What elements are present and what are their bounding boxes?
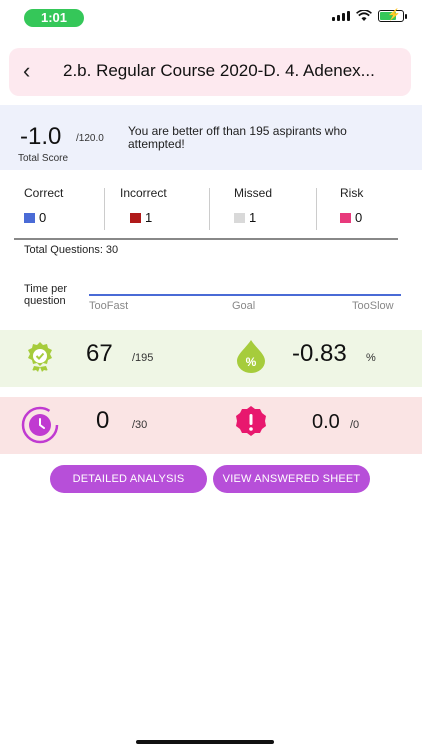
detailed-analysis-button[interactable]: DETAILED ANALYSIS bbox=[50, 465, 207, 493]
score-message: You are better off than 195 aspirants wh… bbox=[128, 124, 347, 151]
stat-missed: Missed 1 bbox=[234, 186, 272, 230]
time-value: 0 bbox=[96, 407, 110, 434]
risk-swatch bbox=[340, 212, 351, 223]
stat-label: Missed bbox=[234, 186, 273, 200]
goal-label: Goal bbox=[232, 300, 256, 312]
time-total: /30 bbox=[132, 419, 148, 431]
score-panel: -1.0 /120.0 You are better off than 195 … bbox=[0, 105, 422, 170]
page-title: 2.b. Regular Course 2020-D. 4. Adenex... bbox=[63, 61, 375, 80]
stat-label: Risk bbox=[340, 186, 364, 200]
too-slow-label: TooSlow bbox=[352, 300, 394, 312]
stat-incorrect: Incorrect 1 bbox=[120, 186, 167, 230]
home-indicator[interactable] bbox=[136, 740, 274, 744]
total-questions: Total Questions: 30 bbox=[24, 244, 119, 256]
stat-risk: Risk 0 bbox=[340, 186, 363, 230]
alert-icon bbox=[236, 406, 266, 436]
correct-swatch bbox=[24, 212, 35, 223]
rank-percentile-panel: 67 /195 % -0.83 % bbox=[0, 330, 422, 387]
header-bar: ‹ 2.b. Regular Course 2020-D. 4. Adenex.… bbox=[9, 48, 411, 96]
view-answered-sheet-button[interactable]: VIEW ANSWERED SHEET bbox=[213, 465, 370, 493]
status-time: 1:01 bbox=[24, 9, 84, 27]
back-icon[interactable]: ‹ bbox=[23, 58, 30, 84]
time-scale-line bbox=[89, 294, 401, 296]
total-score-max: /120.0 bbox=[76, 133, 104, 144]
wifi-icon bbox=[356, 10, 372, 21]
rank-total: /195 bbox=[132, 352, 154, 364]
time-per-question: Time per question TooFast Goal TooSlow bbox=[24, 283, 404, 313]
stat-value: 1 bbox=[145, 210, 153, 225]
percentile-value: -0.83 bbox=[292, 340, 347, 367]
time-per-question-label: Time per question bbox=[24, 283, 67, 307]
badge-icon bbox=[28, 342, 52, 372]
percentile-unit: % bbox=[366, 352, 376, 364]
stat-value: 1 bbox=[249, 210, 257, 225]
clock-icon bbox=[21, 406, 59, 444]
total-score-label: Total Score bbox=[18, 153, 69, 164]
svg-text:%: % bbox=[246, 355, 257, 369]
risk-value: 0.0 bbox=[312, 411, 340, 433]
missed-swatch bbox=[234, 212, 245, 223]
stat-value: 0 bbox=[39, 210, 47, 225]
status-bar: 1:01 ⚡ bbox=[0, 0, 422, 36]
total-score-value: -1.0 bbox=[20, 123, 62, 150]
time-risk-panel: 0 /30 0.0 /0 bbox=[0, 397, 422, 454]
risk-total: /0 bbox=[350, 419, 360, 431]
stat-correct: Correct 0 bbox=[24, 186, 63, 230]
incorrect-swatch bbox=[130, 212, 141, 223]
signal-icon bbox=[332, 11, 350, 21]
stat-label: Incorrect bbox=[120, 186, 167, 200]
rank-value: 67 bbox=[86, 340, 113, 367]
percent-drop-icon: % bbox=[237, 340, 265, 373]
stat-value: 0 bbox=[355, 210, 363, 225]
answer-stats: Correct 0 Incorrect 1 Missed 1 Risk 0 bbox=[14, 186, 398, 240]
too-fast-label: TooFast bbox=[89, 300, 129, 312]
status-icons: ⚡ bbox=[332, 9, 407, 22]
stat-label: Correct bbox=[24, 186, 64, 200]
battery-icon: ⚡ bbox=[378, 9, 407, 22]
